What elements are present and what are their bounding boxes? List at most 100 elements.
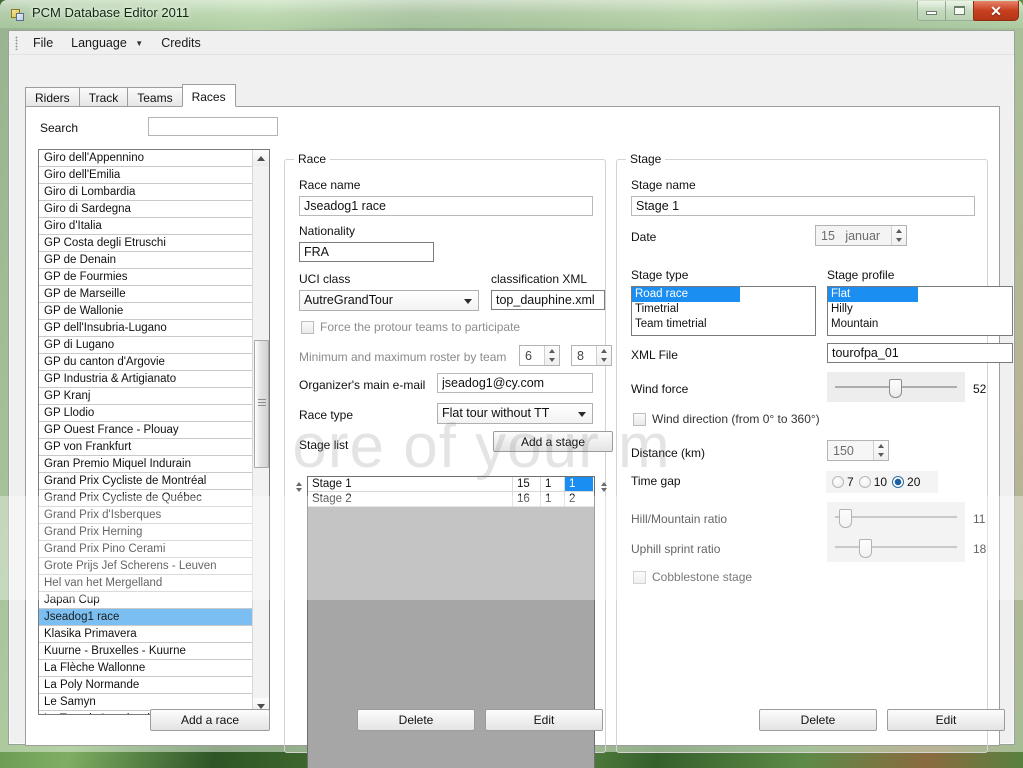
uphill-sprint-slider[interactable] <box>827 532 965 562</box>
race-list-item[interactable]: Giro di Sardegna <box>39 201 252 218</box>
xml-file-input[interactable] <box>827 343 1013 363</box>
race-list-item[interactable]: Hel van het Mergelland <box>39 575 252 592</box>
race-list-item[interactable]: GP dell'Insubria-Lugano <box>39 320 252 337</box>
time-gap-option-20[interactable]: 20 <box>892 475 920 489</box>
date-spinner[interactable]: 15 januar <box>815 225 907 246</box>
roster-max-spinner[interactable]: 8 <box>571 345 612 366</box>
race-list-item[interactable]: Klasika Primavera <box>39 626 252 643</box>
menu-item-file[interactable]: File <box>24 33 62 53</box>
stage-delete-button[interactable]: Delete <box>759 709 877 731</box>
stage-profile-option[interactable]: Hilly <box>828 302 1012 317</box>
wind-direction-checkbox-row[interactable]: Wind direction (from 0° to 360°) <box>633 412 820 426</box>
race-list-item[interactable]: Giro di Lombardia <box>39 184 252 201</box>
stage-edit-button[interactable]: Edit <box>887 709 1005 731</box>
race-list-item[interactable]: Grand Prix d'Isberques <box>39 507 252 524</box>
stage-profile-option[interactable]: Mountain <box>828 317 1012 332</box>
stage-profile-option[interactable]: Flat <box>828 287 918 302</box>
race-list-item[interactable]: Kuurne - Bruxelles - Kuurne <box>39 643 252 660</box>
race-list-item[interactable]: Grand Prix Herning <box>39 524 252 541</box>
minimize-button[interactable] <box>917 1 946 21</box>
race-list-item[interactable]: GP Ouest France - Plouay <box>39 422 252 439</box>
time-gap-option-7[interactable]: 7 <box>832 475 854 489</box>
race-delete-button[interactable]: Delete <box>357 709 475 731</box>
race-list-item[interactable]: GP de Fourmies <box>39 269 252 286</box>
stage-type-option[interactable]: Road race <box>632 287 740 302</box>
hill-mountain-slider-thumb[interactable] <box>839 509 852 528</box>
nationality-input[interactable] <box>299 242 434 262</box>
time-gap-radio-group[interactable]: 7 10 20 <box>826 471 938 493</box>
race-list-item[interactable]: Grote Prijs Jef Scherens - Leuven <box>39 558 252 575</box>
race-group-title: Race <box>294 152 331 166</box>
race-list-item[interactable]: Giro d'Italia <box>39 218 252 235</box>
race-list-item[interactable]: GP Kranj <box>39 388 252 405</box>
stage-grid-cell-3[interactable]: 2 <box>565 492 593 506</box>
race-list-item[interactable]: GP Llodio <box>39 405 252 422</box>
minimize-icon <box>926 11 937 15</box>
roster-min-spinner[interactable]: 6 <box>519 345 560 366</box>
race-list-item[interactable]: GP von Frankfurt <box>39 439 252 456</box>
race-list-item[interactable]: GP de Marseille <box>39 286 252 303</box>
stage-grid-row[interactable]: Stage 1 15 1 1 <box>308 477 594 492</box>
tab-teams[interactable]: Teams <box>127 87 183 107</box>
race-edit-button[interactable]: Edit <box>485 709 603 731</box>
wind-direction-checkbox[interactable] <box>633 412 646 426</box>
wind-force-slider-thumb[interactable] <box>889 379 902 398</box>
race-list-item[interactable]: Giro dell'Appennino <box>39 150 252 167</box>
time-gap-option-20-label: 20 <box>907 475 921 489</box>
organizer-email-input[interactable] <box>437 373 593 393</box>
race-list-item[interactable]: Giro dell'Emilia <box>39 167 252 184</box>
tab-track[interactable]: Track <box>78 87 129 107</box>
stage-name-input[interactable] <box>631 196 975 216</box>
race-list-item[interactable]: Grand Prix Cycliste de Montréal <box>39 473 252 490</box>
race-list-item[interactable]: La Poly Normande <box>39 677 252 694</box>
race-list-item[interactable]: Grand Prix Cycliste de Québec <box>39 490 252 507</box>
scrollbar-thumb[interactable] <box>254 340 269 468</box>
hill-mountain-slider[interactable] <box>827 502 965 532</box>
race-list-item[interactable]: GP Costa degli Etruschi <box>39 235 252 252</box>
race-name-input[interactable] <box>299 196 593 216</box>
race-list-item[interactable]: GP de Denain <box>39 252 252 269</box>
close-button[interactable]: ✕ <box>973 1 1019 21</box>
uphill-sprint-slider-thumb[interactable] <box>859 539 872 558</box>
add-race-button[interactable]: Add a race <box>150 709 270 731</box>
race-list-item[interactable]: Grand Prix Pino Cerami <box>39 541 252 558</box>
classification-xml-input[interactable] <box>491 290 605 310</box>
stage-type-option[interactable]: Timetrial <box>632 302 815 317</box>
stage-grid-scroll-left[interactable] <box>293 478 304 496</box>
uci-class-combobox[interactable]: AutreGrandTour <box>299 290 479 311</box>
uci-class-label: UCI class <box>299 272 351 286</box>
roster-max-value: 8 <box>577 348 584 363</box>
stage-type-option[interactable]: Team timetrial <box>632 317 815 332</box>
race-list-item[interactable]: GP Industria & Artigianato <box>39 371 252 388</box>
tab-riders[interactable]: Riders <box>25 87 80 107</box>
force-protour-checkbox-row[interactable]: Force the protour teams to participate <box>301 320 520 334</box>
stage-grid-scroll-right[interactable] <box>598 478 609 496</box>
force-protour-checkbox[interactable] <box>301 320 314 334</box>
stage-grid-cell-3[interactable]: 1 <box>565 477 593 491</box>
add-stage-button[interactable]: Add a stage <box>493 431 613 452</box>
stage-type-listbox[interactable]: Road race Timetrial Team timetrial <box>631 286 816 336</box>
race-list-item[interactable]: Japan Cup <box>39 592 252 609</box>
race-list-item[interactable]: GP di Lugano <box>39 337 252 354</box>
race-list-item[interactable]: GP du canton d'Argovie <box>39 354 252 371</box>
cobblestone-checkbox-row[interactable]: Cobblestone stage <box>633 570 752 584</box>
stage-profile-listbox[interactable]: Flat Hilly Mountain <box>827 286 1013 336</box>
time-gap-option-10[interactable]: 10 <box>858 475 887 489</box>
race-list-item[interactable]: Jseadog1 race <box>39 609 252 626</box>
race-list[interactable]: Giro dell'Appennino Giro dell'Emilia Giro … <box>38 149 270 715</box>
search-input[interactable] <box>148 117 278 136</box>
maximize-button[interactable] <box>945 1 974 21</box>
race-list-item[interactable]: La Flèche Wallonne <box>39 660 252 677</box>
race-list-scrollbar[interactable] <box>252 150 269 714</box>
stage-grid-row[interactable]: Stage 2 16 1 2 <box>308 492 594 507</box>
race-list-item[interactable]: GP de Wallonie <box>39 303 252 320</box>
menu-item-language[interactable]: Language ▼ <box>62 33 152 53</box>
wind-force-slider[interactable] <box>827 372 965 402</box>
tab-races[interactable]: Races <box>181 84 236 107</box>
cobblestone-checkbox[interactable] <box>633 570 646 584</box>
race-list-item[interactable]: Gran Premio Miquel Indurain <box>39 456 252 473</box>
distance-spinner[interactable]: 150 <box>827 440 889 461</box>
race-type-combobox[interactable]: Flat tour without TT <box>437 403 593 424</box>
menu-item-credits[interactable]: Credits <box>152 33 210 53</box>
scroll-up-arrow-icon[interactable] <box>253 150 269 166</box>
